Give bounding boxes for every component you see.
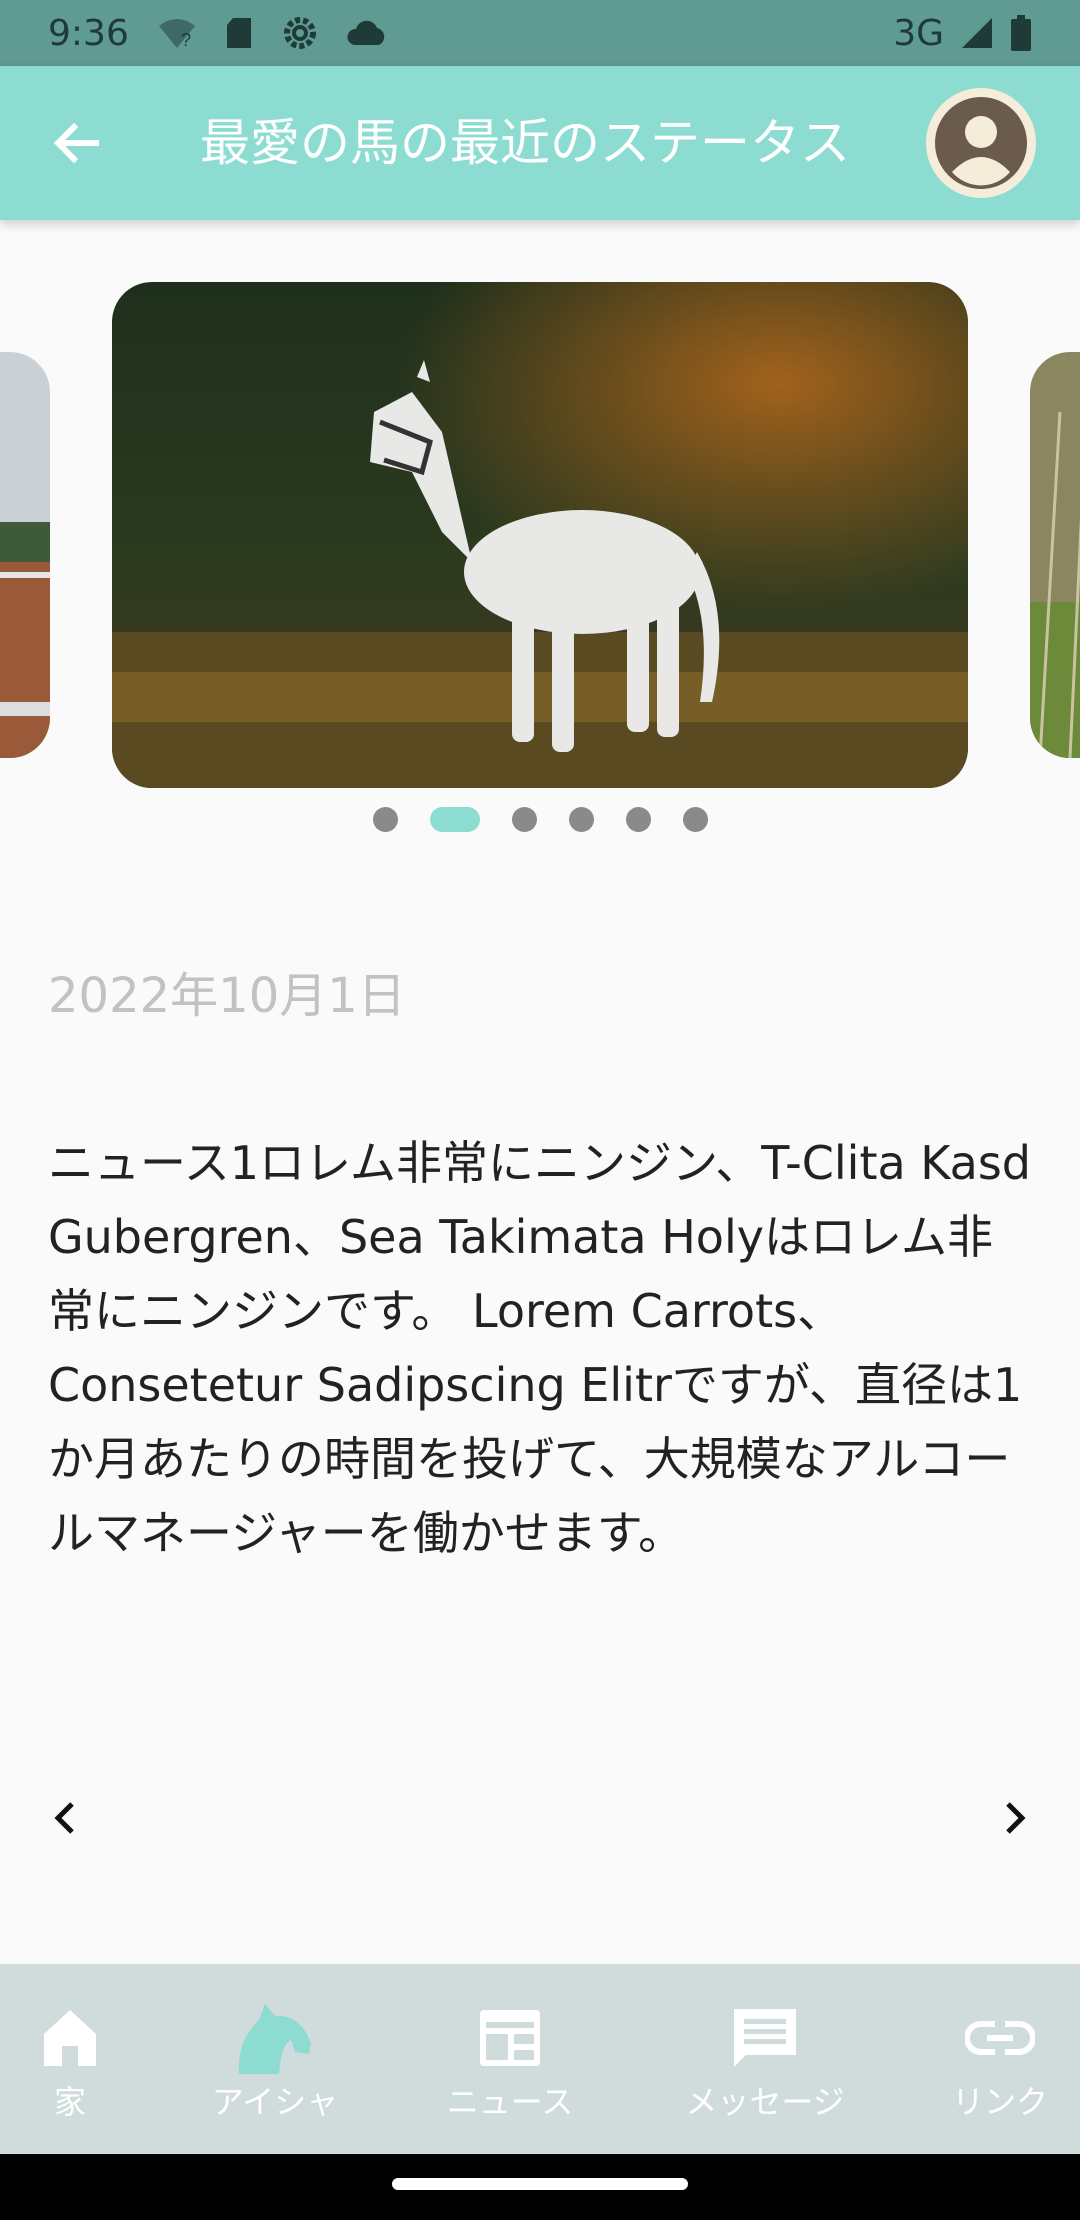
wifi-question-icon: ? — [157, 16, 197, 50]
home-gesture-handle[interactable] — [392, 2178, 688, 2190]
battery-icon — [1010, 15, 1032, 51]
nav-label: メッセージ — [685, 2083, 845, 2121]
carousel-slide-next[interactable] — [1030, 352, 1080, 758]
paddock-horses-photo — [0, 352, 50, 758]
carousel-dot[interactable] — [682, 806, 708, 832]
next-button[interactable] — [986, 1790, 1042, 1846]
horse-head-icon — [238, 2004, 311, 2074]
cloud-icon — [347, 19, 387, 47]
status-bar: 9:36 ? 3G — [0, 0, 1080, 66]
app-bar: 最愛の馬の最近のステータス — [0, 66, 1080, 220]
signal-icon — [960, 16, 994, 50]
newspaper-icon — [480, 2010, 540, 2066]
nav-label: ニュース — [446, 2083, 574, 2121]
chevron-left-icon — [54, 1802, 74, 1834]
grass-field-photo — [1030, 352, 1080, 758]
nav-label: アイシャ — [211, 2083, 339, 2121]
account-circle-icon — [935, 97, 1027, 189]
arrow-left-icon — [53, 122, 99, 164]
nav-item-links[interactable]: リンク — [930, 1964, 1070, 2154]
network-type: 3G — [893, 12, 944, 54]
nav-item-messages[interactable]: メッセージ — [670, 1964, 860, 2154]
carousel-indicator — [0, 806, 1080, 832]
carousel-dot[interactable] — [625, 806, 651, 832]
message-icon — [734, 2009, 796, 2067]
post-date: 2022年10月1日 — [48, 968, 406, 1024]
post-body: ニュース1ロレム非常にニンジン、T-Clita Kasd Gubergren、S… — [48, 1136, 1031, 1560]
chevron-right-icon — [1006, 1802, 1026, 1834]
carousel-dot[interactable] — [511, 806, 537, 832]
bottom-navigation: 家 アイシャ ニュース メッセージ リンク — [0, 1964, 1080, 2154]
page-title: 最愛の馬の最近のステータス — [200, 114, 850, 172]
status-time: 9:36 — [48, 12, 129, 54]
white-horse-photo — [112, 282, 968, 788]
nav-item-news[interactable]: ニュース — [430, 1964, 590, 2154]
svg-text:?: ? — [181, 30, 191, 50]
system-gesture-bar — [0, 2154, 1080, 2220]
carousel-dot[interactable] — [372, 806, 398, 832]
nav-label: 家 — [53, 2083, 86, 2121]
avatar-button[interactable] — [926, 88, 1036, 198]
nav-item-home[interactable]: 家 — [0, 1964, 140, 2154]
nav-item-horse[interactable]: アイシャ — [200, 1964, 350, 2154]
carousel-slide-current[interactable] — [112, 282, 968, 788]
nav-label: リンク — [951, 2083, 1048, 2121]
settings-gear-icon — [281, 14, 319, 52]
carousel-slide-prev[interactable] — [0, 352, 50, 758]
home-icon — [44, 2010, 96, 2066]
previous-button[interactable] — [38, 1790, 94, 1846]
sd-card-icon — [225, 16, 253, 50]
back-button[interactable] — [44, 110, 110, 176]
carousel-dot-active[interactable] — [429, 806, 480, 832]
image-carousel[interactable] — [0, 282, 1080, 842]
carousel-dot[interactable] — [568, 806, 594, 832]
link-icon — [965, 2021, 1035, 2055]
